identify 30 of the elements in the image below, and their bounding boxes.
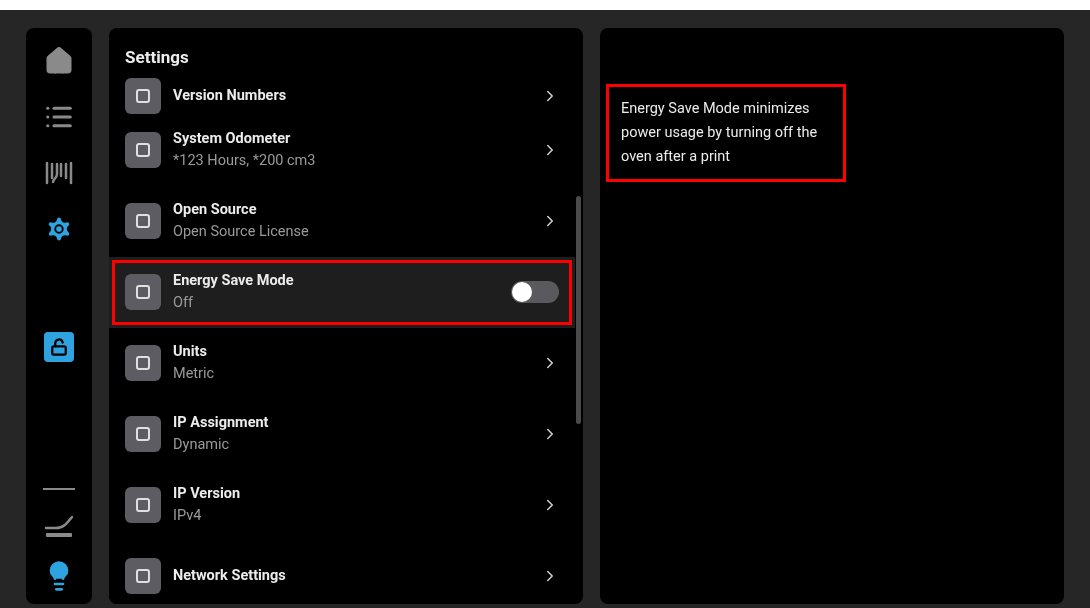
settings-row[interactable]: Energy Save Mode Off: [109, 256, 575, 328]
row-subtitle: Off: [173, 293, 195, 313]
item-icon: [125, 416, 161, 452]
row-subtitle: IPv4: [173, 506, 203, 526]
item-icon: [125, 132, 161, 168]
row-title: Energy Save Mode: [173, 271, 295, 291]
row-title: Units: [173, 342, 208, 362]
row-title: IP Version: [173, 484, 242, 504]
row-subtitle: Open Source License: [173, 222, 310, 242]
item-icon: [125, 274, 161, 310]
ramp-icon[interactable]: [44, 514, 74, 540]
unlock-button[interactable]: [44, 332, 74, 362]
row-subtitle: *123 Hours, *200 cm3: [173, 151, 317, 171]
item-icon: [125, 558, 161, 594]
item-icon: [125, 345, 161, 381]
unlocked-padlock-icon: [50, 338, 68, 356]
row-title: Version Numbers: [173, 85, 288, 106]
item-icon: [125, 203, 161, 239]
panel-title: Settings: [124, 46, 190, 69]
row-title: Network Settings: [173, 566, 287, 586]
row-subtitle: Metric: [173, 364, 216, 384]
row-title: System Odometer: [173, 129, 292, 149]
row-title: Open Source: [173, 200, 258, 220]
item-icon: [125, 77, 161, 114]
toggle-switch[interactable]: [511, 281, 559, 303]
row-subtitle: Dynamic: [173, 435, 231, 455]
description-text: Energy Save Mode minimizes power usage by turning off the oven after a print: [606, 84, 846, 182]
item-icon: [125, 487, 161, 523]
scrollbar[interactable]: [576, 196, 581, 424]
row-title: IP Assignment: [173, 413, 270, 433]
